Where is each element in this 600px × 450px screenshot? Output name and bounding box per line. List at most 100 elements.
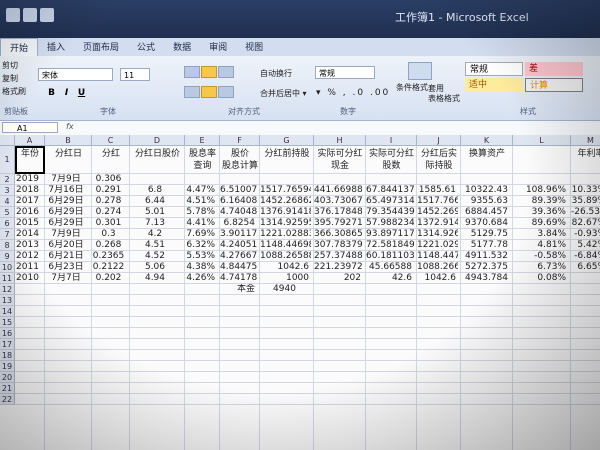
cell-L11[interactable]: 0.08% — [513, 273, 568, 284]
cell-D4[interactable]: 6.44 — [130, 196, 182, 207]
column-header-D[interactable]: D — [130, 135, 185, 146]
cell-J9[interactable]: 1148.447 — [417, 251, 458, 262]
cell-C7[interactable]: 0.3 — [92, 229, 127, 240]
cell-G8[interactable]: 1148.44698 — [260, 240, 311, 251]
cell-K3[interactable]: 10322.43 — [461, 185, 510, 196]
cell-J4[interactable]: 1517.766 — [417, 196, 458, 207]
cell-B4[interactable]: 6月29日 — [45, 196, 89, 207]
column-header-M[interactable]: M — [571, 135, 600, 146]
row-header-3[interactable]: 3 — [0, 185, 15, 196]
align-left-icon[interactable] — [184, 86, 200, 98]
cell-G6[interactable]: 1314.92595 — [260, 218, 311, 229]
tab-page-layout[interactable]: 页面布局 — [74, 38, 128, 56]
cell-C4[interactable]: 0.278 — [92, 196, 127, 207]
cut-button[interactable]: 剪切 — [2, 59, 26, 72]
cell-K9[interactable]: 4911.532 — [461, 251, 510, 262]
conditional-format-icon[interactable] — [408, 62, 432, 80]
row-header-14[interactable]: 14 — [0, 306, 15, 317]
cell-E3[interactable]: 4.47% — [185, 185, 217, 196]
header-cell-M[interactable]: 年利率 — [571, 148, 600, 160]
save-icon[interactable] — [6, 8, 20, 22]
tab-data[interactable]: 数据 — [164, 38, 200, 56]
cell-A10[interactable]: 2011 — [15, 262, 42, 273]
cell-M5[interactable]: -26.53% — [571, 207, 600, 218]
header-cell-F[interactable]: 股价 股息计算 — [220, 148, 260, 172]
cell-B2[interactable]: 7月9日 — [45, 174, 89, 185]
row-header-19[interactable]: 19 — [0, 361, 15, 372]
row-header-22[interactable]: 22 — [0, 394, 15, 405]
name-box[interactable]: A1 — [2, 122, 58, 133]
cell-E7[interactable]: 7.69% — [185, 229, 217, 240]
conditional-format-button[interactable]: 条件格式 — [396, 82, 428, 93]
cell-H4[interactable]: 403.730677 — [314, 196, 363, 207]
number-format-select[interactable]: 常规 — [315, 66, 375, 79]
undo-icon[interactable] — [23, 8, 37, 22]
table-format-button[interactable]: 套用 表格格式 — [428, 84, 460, 104]
column-header-B[interactable]: B — [45, 135, 92, 146]
cell-M7[interactable]: -0.93% — [571, 229, 600, 240]
cell-I3[interactable]: 67.8441375 — [366, 185, 414, 196]
tab-formulas[interactable]: 公式 — [128, 38, 164, 56]
fx-icon[interactable]: fx — [66, 122, 74, 131]
cell-B11[interactable]: 7月7日 — [45, 273, 89, 284]
header-cell-C[interactable]: 分红 — [92, 148, 130, 160]
cell-B7[interactable]: 7月9日 — [45, 229, 89, 240]
redo-icon[interactable] — [40, 8, 54, 22]
column-header-A[interactable]: A — [15, 135, 45, 146]
style-bad[interactable]: 差 — [525, 62, 583, 76]
format-painter-button[interactable]: 格式刷 — [2, 85, 26, 98]
column-header-C[interactable]: C — [92, 135, 130, 146]
row-header-2[interactable]: 2 — [0, 174, 15, 185]
cell-A9[interactable]: 2012 — [15, 251, 42, 262]
cell-B5[interactable]: 6月29日 — [45, 207, 89, 218]
cell-F4[interactable]: 6.16408 — [220, 196, 257, 207]
tab-view[interactable]: 视图 — [236, 38, 272, 56]
cell-I5[interactable]: 79.3544398 — [366, 207, 414, 218]
cell-H6[interactable]: 395.792711 — [314, 218, 363, 229]
cell-F7[interactable]: 3.90117 — [220, 229, 257, 240]
column-header-J[interactable]: J — [417, 135, 461, 146]
cell-G4[interactable]: 1452.26862 — [260, 196, 311, 207]
row-header-5[interactable]: 5 — [0, 207, 15, 218]
cell-M4[interactable]: 35.89% — [571, 196, 600, 207]
cell-E4[interactable]: 4.51% — [185, 196, 217, 207]
cell-E6[interactable]: 4.41% — [185, 218, 217, 229]
row-header-10[interactable]: 10 — [0, 262, 15, 273]
column-header-I[interactable]: I — [366, 135, 417, 146]
cell-G7[interactable]: 1221.02883 — [260, 229, 311, 240]
cell-H11[interactable]: 202 — [314, 273, 363, 284]
cell-D9[interactable]: 4.52 — [130, 251, 182, 262]
wrap-text-button[interactable]: 自动换行 — [260, 68, 292, 79]
cell-I4[interactable]: 65.4973149 — [366, 196, 414, 207]
cell-M10[interactable]: 6.65% — [571, 262, 600, 273]
cell-H3[interactable]: 441.669888 — [314, 185, 363, 196]
row-header-8[interactable]: 8 — [0, 240, 15, 251]
cell-I11[interactable]: 42.6 — [366, 273, 414, 284]
tab-home[interactable]: 开始 — [0, 38, 39, 56]
row-header-13[interactable]: 13 — [0, 295, 15, 306]
cell-J7[interactable]: 1314.926 — [417, 229, 458, 240]
cell-A8[interactable]: 2013 — [15, 240, 42, 251]
cell-D10[interactable]: 5.06 — [130, 262, 182, 273]
cell-D3[interactable]: 6.8 — [130, 185, 182, 196]
cell-K7[interactable]: 5129.75 — [461, 229, 510, 240]
cell-H7[interactable]: 366.30865 — [314, 229, 363, 240]
align-top-icon[interactable] — [184, 66, 200, 78]
cell-A5[interactable]: 2016 — [15, 207, 42, 218]
cell-L7[interactable]: 3.84% — [513, 229, 568, 240]
cell-C2[interactable]: 0.306 — [92, 174, 127, 185]
row-header-15[interactable]: 15 — [0, 317, 15, 328]
underline-button[interactable]: U — [76, 88, 87, 98]
cell-A4[interactable]: 2017 — [15, 196, 42, 207]
cell-E8[interactable]: 6.32% — [185, 240, 217, 251]
column-header-K[interactable]: K — [461, 135, 513, 146]
cell-L10[interactable]: 6.73% — [513, 262, 568, 273]
row-header-20[interactable]: 20 — [0, 372, 15, 383]
cell-H8[interactable]: 307.783791 — [314, 240, 363, 251]
row-header-4[interactable]: 4 — [0, 196, 15, 207]
row-header-1[interactable]: 1 — [0, 146, 15, 174]
cell-E10[interactable]: 4.38% — [185, 262, 217, 273]
header-cell-B[interactable]: 分红日 — [45, 148, 92, 160]
row-header-6[interactable]: 6 — [0, 218, 15, 229]
column-header-H[interactable]: H — [314, 135, 366, 146]
